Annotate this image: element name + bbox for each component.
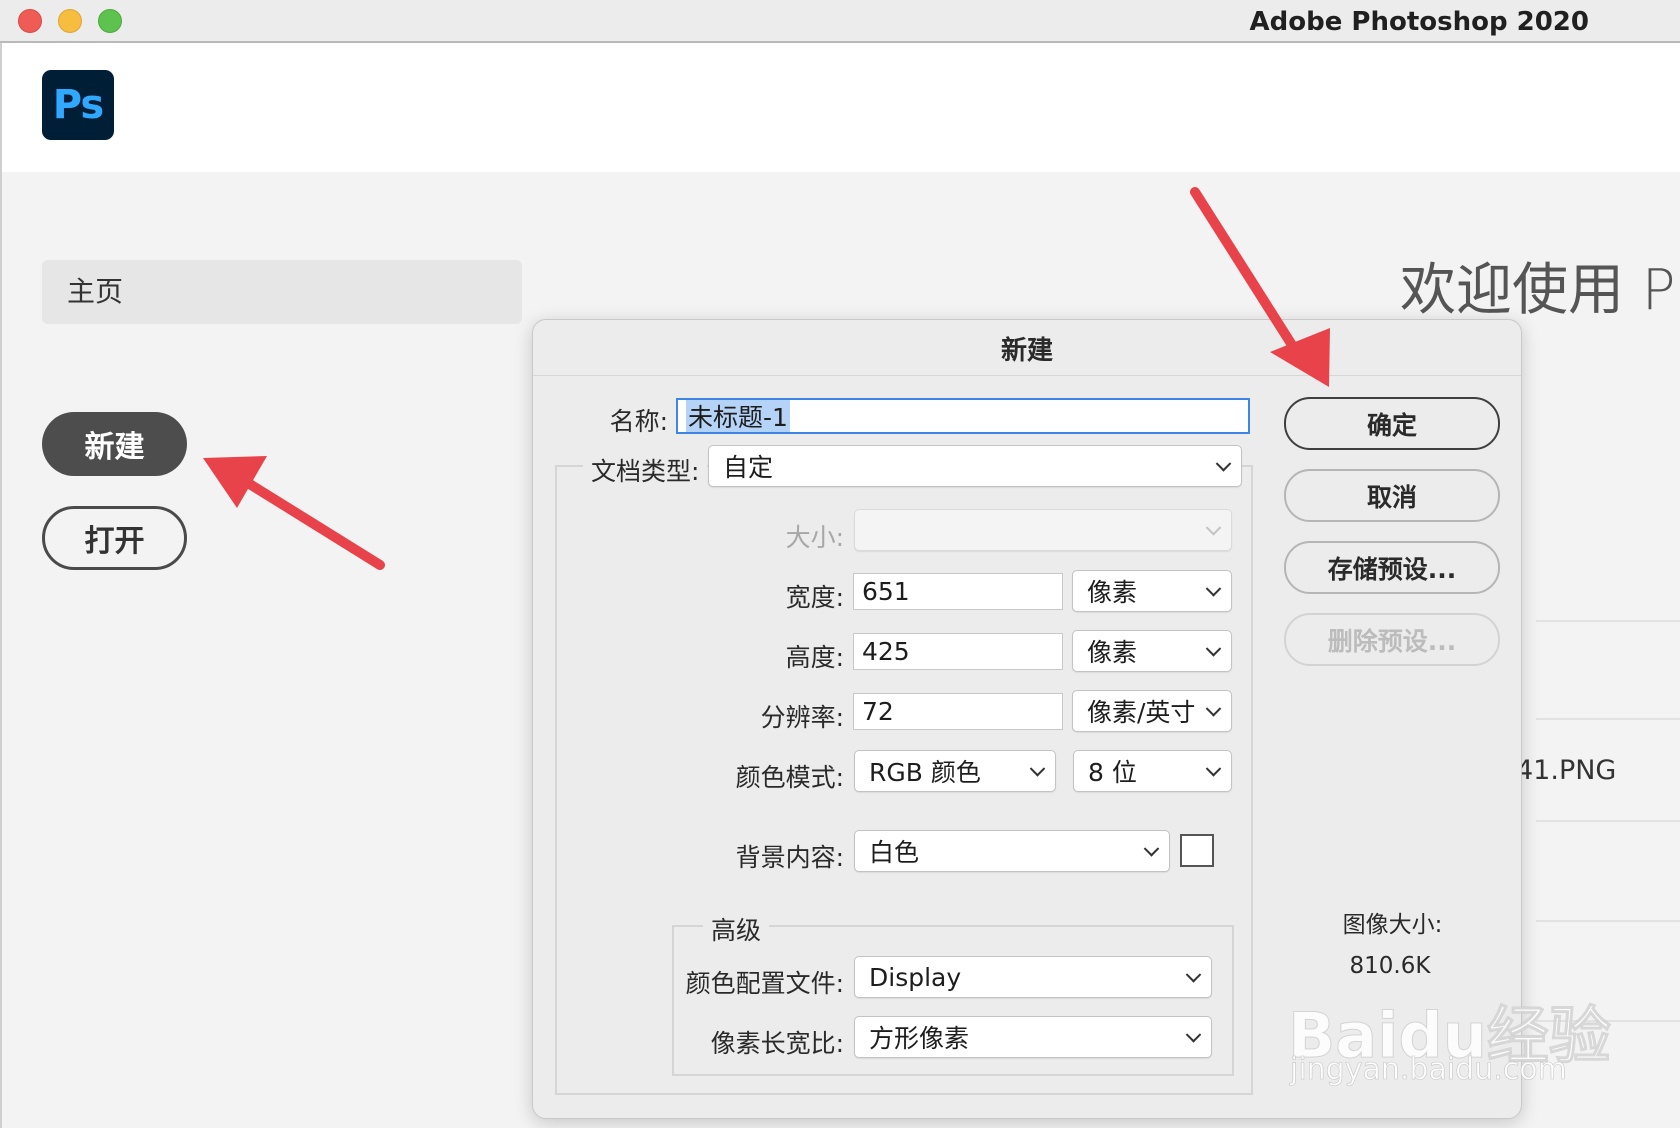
chevron-down-icon bbox=[1205, 520, 1222, 536]
ok-button[interactable]: 确定 bbox=[1284, 397, 1500, 450]
bit-depth-value: 8 位 bbox=[1088, 758, 1137, 787]
save-preset-button[interactable]: 存储预设... bbox=[1284, 541, 1500, 594]
window-title: Adobe Photoshop 2020 bbox=[1249, 7, 1590, 37]
width-unit-select[interactable]: 像素 bbox=[1072, 570, 1232, 612]
chevron-down-icon bbox=[1185, 967, 1202, 983]
window-left-edge bbox=[0, 43, 2, 1128]
color-profile-value: Display bbox=[869, 962, 962, 992]
bit-depth-select[interactable]: 8 位 bbox=[1073, 750, 1232, 792]
name-label: 名称: bbox=[609, 407, 668, 436]
minimize-window-button[interactable] bbox=[58, 9, 82, 33]
list-divider bbox=[1536, 920, 1680, 922]
size-select bbox=[854, 509, 1232, 551]
name-field-value: 未标题-1 bbox=[686, 400, 790, 432]
new-button[interactable]: 新建 bbox=[42, 412, 187, 476]
chevron-down-icon bbox=[1205, 761, 1222, 777]
photoshop-logo-icon: Ps bbox=[42, 70, 114, 140]
name-field[interactable]: 未标题-1 bbox=[676, 398, 1250, 434]
recent-file-name[interactable]: 41.PNG bbox=[1516, 755, 1616, 786]
height-value: 425 bbox=[862, 637, 910, 666]
doc-type-value: 自定 bbox=[723, 453, 774, 482]
resolution-field[interactable]: 72 bbox=[853, 693, 1063, 730]
size-label: 大小: bbox=[785, 523, 844, 552]
pixel-aspect-select[interactable]: 方形像素 bbox=[854, 1016, 1212, 1058]
doc-type-select[interactable]: 自定 bbox=[708, 445, 1242, 487]
color-mode-select[interactable]: RGB 颜色 bbox=[854, 750, 1056, 792]
color-profile-select[interactable]: Display bbox=[854, 956, 1212, 998]
sidebar-item-home[interactable]: 主页 bbox=[42, 260, 522, 324]
chevron-down-icon bbox=[1205, 701, 1222, 717]
background-color-swatch[interactable] bbox=[1180, 834, 1214, 867]
color-profile-label: 颜色配置文件: bbox=[685, 969, 844, 998]
list-divider bbox=[1536, 820, 1680, 822]
chevron-down-icon bbox=[1143, 841, 1160, 857]
zoom-window-button[interactable] bbox=[98, 9, 122, 33]
open-button[interactable]: 打开 bbox=[42, 506, 187, 570]
advanced-legend: 高级 bbox=[703, 911, 770, 947]
doc-type-label: 文档类型: bbox=[583, 452, 708, 488]
pixel-aspect-value: 方形像素 bbox=[869, 1024, 970, 1053]
chevron-down-icon bbox=[1205, 641, 1222, 657]
close-window-button[interactable] bbox=[18, 9, 42, 33]
chevron-down-icon bbox=[1185, 1027, 1202, 1043]
dialog-title: 新建 bbox=[1000, 336, 1053, 366]
height-field[interactable]: 425 bbox=[853, 633, 1063, 670]
pixel-aspect-label: 像素长宽比: bbox=[710, 1029, 844, 1058]
chevron-down-icon bbox=[1215, 456, 1232, 472]
welcome-heading: 欢迎使用 Ph bbox=[1400, 258, 1680, 323]
list-divider bbox=[1536, 620, 1680, 622]
height-label: 高度: bbox=[785, 643, 844, 672]
list-divider bbox=[1536, 718, 1680, 720]
width-field[interactable]: 651 bbox=[853, 573, 1063, 610]
cancel-button[interactable]: 取消 bbox=[1284, 469, 1500, 522]
header-band bbox=[2, 43, 1680, 172]
background-contents-select[interactable]: 白色 bbox=[854, 830, 1170, 872]
width-unit-value: 像素 bbox=[1087, 578, 1138, 607]
color-mode-value: RGB 颜色 bbox=[869, 758, 981, 787]
color-mode-label: 颜色模式: bbox=[735, 763, 844, 792]
width-label: 宽度: bbox=[785, 583, 844, 612]
resolution-unit-value: 像素/英寸 bbox=[1087, 698, 1196, 727]
annotation-arrow-icon bbox=[203, 456, 385, 570]
image-size-label: 图像大小: bbox=[1342, 912, 1443, 938]
width-value: 651 bbox=[862, 577, 910, 606]
watermark-url: jingyan.baidu.com bbox=[1290, 1052, 1567, 1088]
height-unit-select[interactable]: 像素 bbox=[1072, 630, 1232, 672]
image-size-value: 810.6K bbox=[1349, 953, 1431, 979]
background-contents-label: 背景内容: bbox=[735, 843, 844, 872]
background-contents-value: 白色 bbox=[869, 838, 920, 867]
resolution-value: 72 bbox=[862, 697, 894, 726]
resolution-unit-select[interactable]: 像素/英寸 bbox=[1072, 690, 1232, 732]
height-unit-value: 像素 bbox=[1087, 638, 1138, 667]
chevron-down-icon bbox=[1029, 761, 1046, 777]
resolution-label: 分辨率: bbox=[760, 703, 844, 732]
delete-preset-button: 删除预设... bbox=[1284, 613, 1500, 666]
chevron-down-icon bbox=[1205, 581, 1222, 597]
